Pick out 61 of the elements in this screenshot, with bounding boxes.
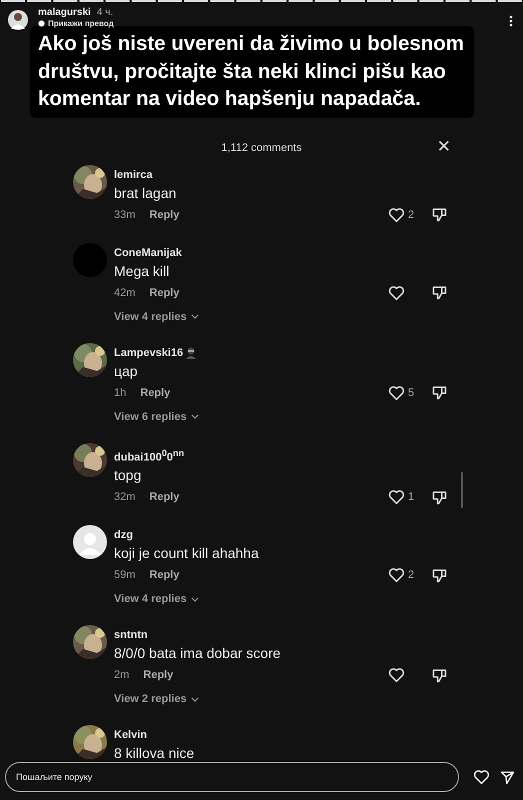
reply-link[interactable]: Reply	[149, 491, 180, 504]
chevron-down-icon	[190, 696, 199, 702]
username[interactable]: Lampevski16	[114, 346, 184, 360]
username[interactable]: sntntn	[114, 628, 148, 644]
comment-text: 8 killova nice	[114, 744, 196, 764]
heart-icon[interactable]	[388, 384, 405, 400]
translate-icon	[38, 20, 45, 27]
comment-time: 1h	[114, 386, 126, 398]
view-replies-link[interactable]: View 2 replies	[114, 693, 199, 706]
like-count: 2	[408, 208, 414, 220]
like-count: 2	[408, 569, 414, 582]
comment-text: koji je count kill ahahha	[114, 544, 260, 564]
send-icon[interactable]	[500, 770, 515, 784]
comment-text: brat lagan	[114, 184, 178, 202]
username[interactable]: dzg	[114, 528, 133, 544]
comment-text: topg	[114, 466, 142, 486]
comment-time: 2m	[114, 669, 130, 682]
reply-link[interactable]: Reply	[140, 386, 170, 398]
post-time: 4 ч.	[96, 7, 114, 18]
reply-link[interactable]: Reply	[149, 569, 180, 582]
username[interactable]: lemirca	[114, 168, 153, 182]
comment-time: 32m	[114, 491, 136, 504]
comment-text: Mega kill	[114, 262, 170, 280]
reply-link[interactable]: Reply	[149, 286, 180, 298]
scrollbar[interactable]	[461, 472, 463, 508]
username[interactable]: Kelvin	[114, 728, 148, 744]
reply-link[interactable]: Reply	[149, 208, 180, 220]
thumbs-down-icon[interactable]	[432, 207, 447, 222]
view-replies-link[interactable]: View 6 replies	[114, 410, 199, 422]
more-icon[interactable]	[509, 15, 513, 27]
default-avatar	[73, 525, 107, 560]
heart-icon[interactable]	[388, 667, 405, 684]
translate-link[interactable]: Прикажи превод	[48, 19, 114, 28]
like-count: 1	[408, 491, 414, 504]
message-field[interactable]: Пошаљите поруку	[5, 762, 459, 792]
thumbs-down-icon[interactable]	[432, 568, 447, 583]
comments-count: 1,112 comments	[221, 142, 302, 154]
comment-time: 33m	[114, 208, 136, 220]
author-name[interactable]: malagurski	[38, 7, 91, 18]
thumbs-down-icon[interactable]	[432, 490, 447, 505]
comment-time: 42m	[114, 286, 136, 298]
close-button[interactable]: ✕	[436, 136, 451, 156]
chevron-down-icon	[190, 596, 199, 602]
reply-link[interactable]: Reply	[143, 669, 174, 682]
heart-icon[interactable]	[388, 567, 405, 584]
username[interactable]: ConeManijak	[114, 246, 182, 260]
chevron-down-icon	[190, 314, 199, 319]
comment-text: цар	[114, 362, 139, 380]
thumbs-down-icon[interactable]	[432, 385, 447, 400]
view-replies-link[interactable]: View 4 replies	[114, 310, 199, 322]
username[interactable]: dubai100$^{0}$0$^{nn}$	[114, 446, 184, 466]
thumbs-down-icon[interactable]	[432, 668, 447, 683]
heart-icon[interactable]	[388, 284, 405, 300]
heart-icon[interactable]	[388, 489, 405, 506]
view-replies-link[interactable]: View 4 replies	[114, 593, 199, 606]
heart-icon[interactable]	[388, 206, 405, 222]
thumbs-down-icon[interactable]	[432, 285, 447, 300]
comment-time: 59m	[114, 569, 136, 582]
comment-text: 8/0/0 bata ima dobar score	[114, 644, 282, 664]
chevron-down-icon	[190, 414, 199, 419]
like-count: 5	[408, 386, 414, 398]
